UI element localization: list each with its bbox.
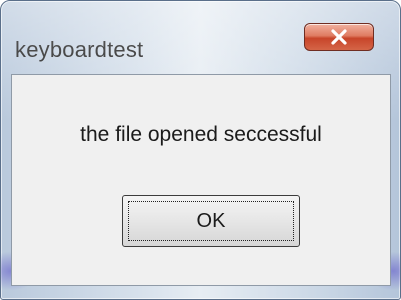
message-text: the file opened seccessful [80, 123, 322, 146]
ok-button-label: OK [196, 209, 226, 232]
ok-button[interactable]: OK [122, 195, 300, 247]
dialog-window: keyboardtest the file opened seccessful … [0, 0, 401, 300]
title-bar[interactable]: keyboardtest [1, 1, 400, 63]
dialog-content: the file opened seccessful OK [11, 74, 391, 286]
close-button[interactable] [304, 23, 374, 51]
window-title: keyboardtest [15, 37, 144, 62]
close-icon [331, 29, 347, 45]
